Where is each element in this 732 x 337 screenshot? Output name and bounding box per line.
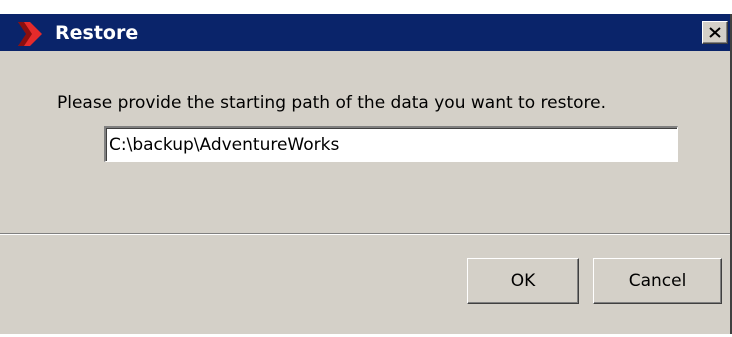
- close-icon: [709, 27, 721, 38]
- window-title: Restore: [55, 22, 139, 44]
- ok-button[interactable]: OK: [467, 258, 579, 304]
- app-logo-icon: [18, 22, 42, 46]
- background-strip: [0, 0, 732, 14]
- title-bar[interactable]: Restore: [0, 14, 730, 51]
- restore-dialog: Restore Please provide the starting path…: [0, 14, 732, 334]
- close-button[interactable]: [702, 21, 728, 44]
- path-input[interactable]: [104, 126, 678, 162]
- cancel-button[interactable]: Cancel: [593, 258, 722, 304]
- prompt-text: Please provide the starting path of the …: [57, 93, 606, 113]
- separator: [0, 233, 730, 235]
